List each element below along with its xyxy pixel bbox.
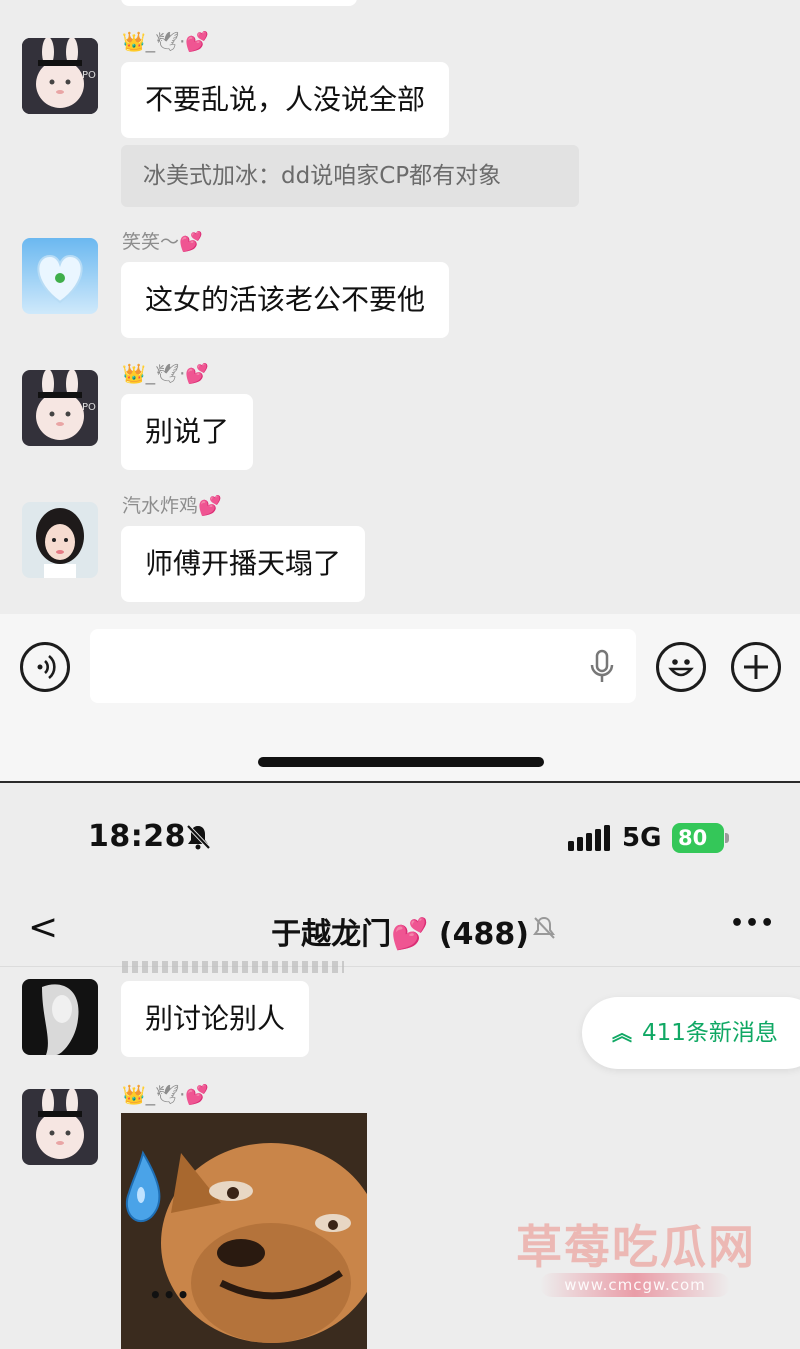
bottom-chat-screenshot: 18:28 5G 80 < 于越龙门💕 (488) ••• 别讨论别人 ︽ 41… [0, 781, 800, 1349]
message-bubble[interactable]: 这女的活该老公不要他 [121, 262, 450, 338]
network-type: 5G [622, 823, 662, 853]
dog-sticker-image[interactable]: ••• [121, 1113, 367, 1349]
double-chevron-up-icon: ︽ [612, 1021, 632, 1045]
sticker-caption: ••• [149, 1283, 191, 1307]
microphone-icon[interactable] [588, 649, 616, 685]
sweating-dog-icon [121, 1113, 367, 1349]
emoji-button[interactable] [656, 642, 706, 692]
avatar-heart-icon [22, 238, 98, 314]
avatar[interactable]: PO [22, 370, 98, 446]
clipped-bubble [121, 0, 357, 6]
avatar[interactable]: PO [22, 38, 98, 114]
watermark-title: 草莓吃瓜网 [516, 1220, 756, 1274]
sender-name[interactable]: 👑_🕊·💕 [122, 30, 209, 54]
more-options-button[interactable]: ••• [730, 911, 775, 936]
message-input[interactable] [90, 629, 636, 703]
input-bar [0, 614, 800, 781]
sender-name[interactable]: 汽水炸鸡💕 [122, 494, 222, 518]
clipped-sender-name [122, 961, 344, 973]
watermark-url: www.cmcgw.com [540, 1273, 730, 1297]
chat-header: < 于越龙门💕 (488) ••• [0, 893, 800, 967]
new-messages-label: 411条新消息 [642, 1020, 778, 1046]
bell-muted-icon [186, 824, 211, 850]
smiley-icon [668, 659, 694, 677]
signal-icon [568, 825, 610, 851]
svg-text:PO: PO [82, 402, 96, 413]
avatar-bunny-icon: PO [22, 38, 98, 114]
message-bubble[interactable]: 不要乱说，人没说全部 [121, 62, 450, 138]
svg-text:PO: PO [82, 70, 96, 81]
battery-icon: 80 [672, 823, 724, 853]
new-messages-button[interactable]: ︽ 411条新消息 [582, 997, 800, 1069]
avatar[interactable] [22, 1089, 98, 1165]
home-indicator[interactable] [258, 757, 544, 767]
avatar-bunny-icon: PO [22, 370, 98, 446]
avatar-bunny-icon [22, 1089, 98, 1165]
avatar-dark-girl-icon [22, 979, 98, 1055]
group-title[interactable]: 于越龙门💕 (488) [0, 909, 800, 953]
voice-toggle-button[interactable] [20, 642, 70, 692]
muted-bell-icon [533, 916, 555, 939]
plus-icon [744, 655, 768, 679]
battery-level: 80 [678, 826, 708, 850]
battery-cap [725, 833, 729, 843]
avatar[interactable] [22, 979, 98, 1055]
message-bubble[interactable]: 别讨论别人 [121, 981, 310, 1057]
more-plus-button[interactable] [731, 642, 781, 692]
message-bubble[interactable]: 别说了 [121, 394, 254, 470]
status-time: 18:28 [88, 819, 186, 854]
top-chat-screenshot: PO 👑_🕊·💕 不要乱说，人没说全部 冰美式加冰：dd说咱家CP都有对象 笑笑… [0, 0, 800, 781]
sender-name[interactable]: 👑_🕊·💕 [122, 1083, 209, 1107]
avatar-girl-icon [22, 502, 98, 578]
sender-name[interactable]: 笑笑～💕 [122, 230, 203, 254]
message-bubble[interactable]: 师傅开播天塌了 [121, 526, 366, 602]
status-bar: 18:28 5G 80 [0, 783, 800, 893]
voice-wave-icon [37, 654, 56, 680]
avatar[interactable] [22, 502, 98, 578]
quoted-message[interactable]: 冰美式加冰：dd说咱家CP都有对象 [121, 145, 579, 207]
sender-name[interactable]: 👑_🕊·💕 [122, 362, 209, 386]
avatar[interactable] [22, 238, 98, 314]
